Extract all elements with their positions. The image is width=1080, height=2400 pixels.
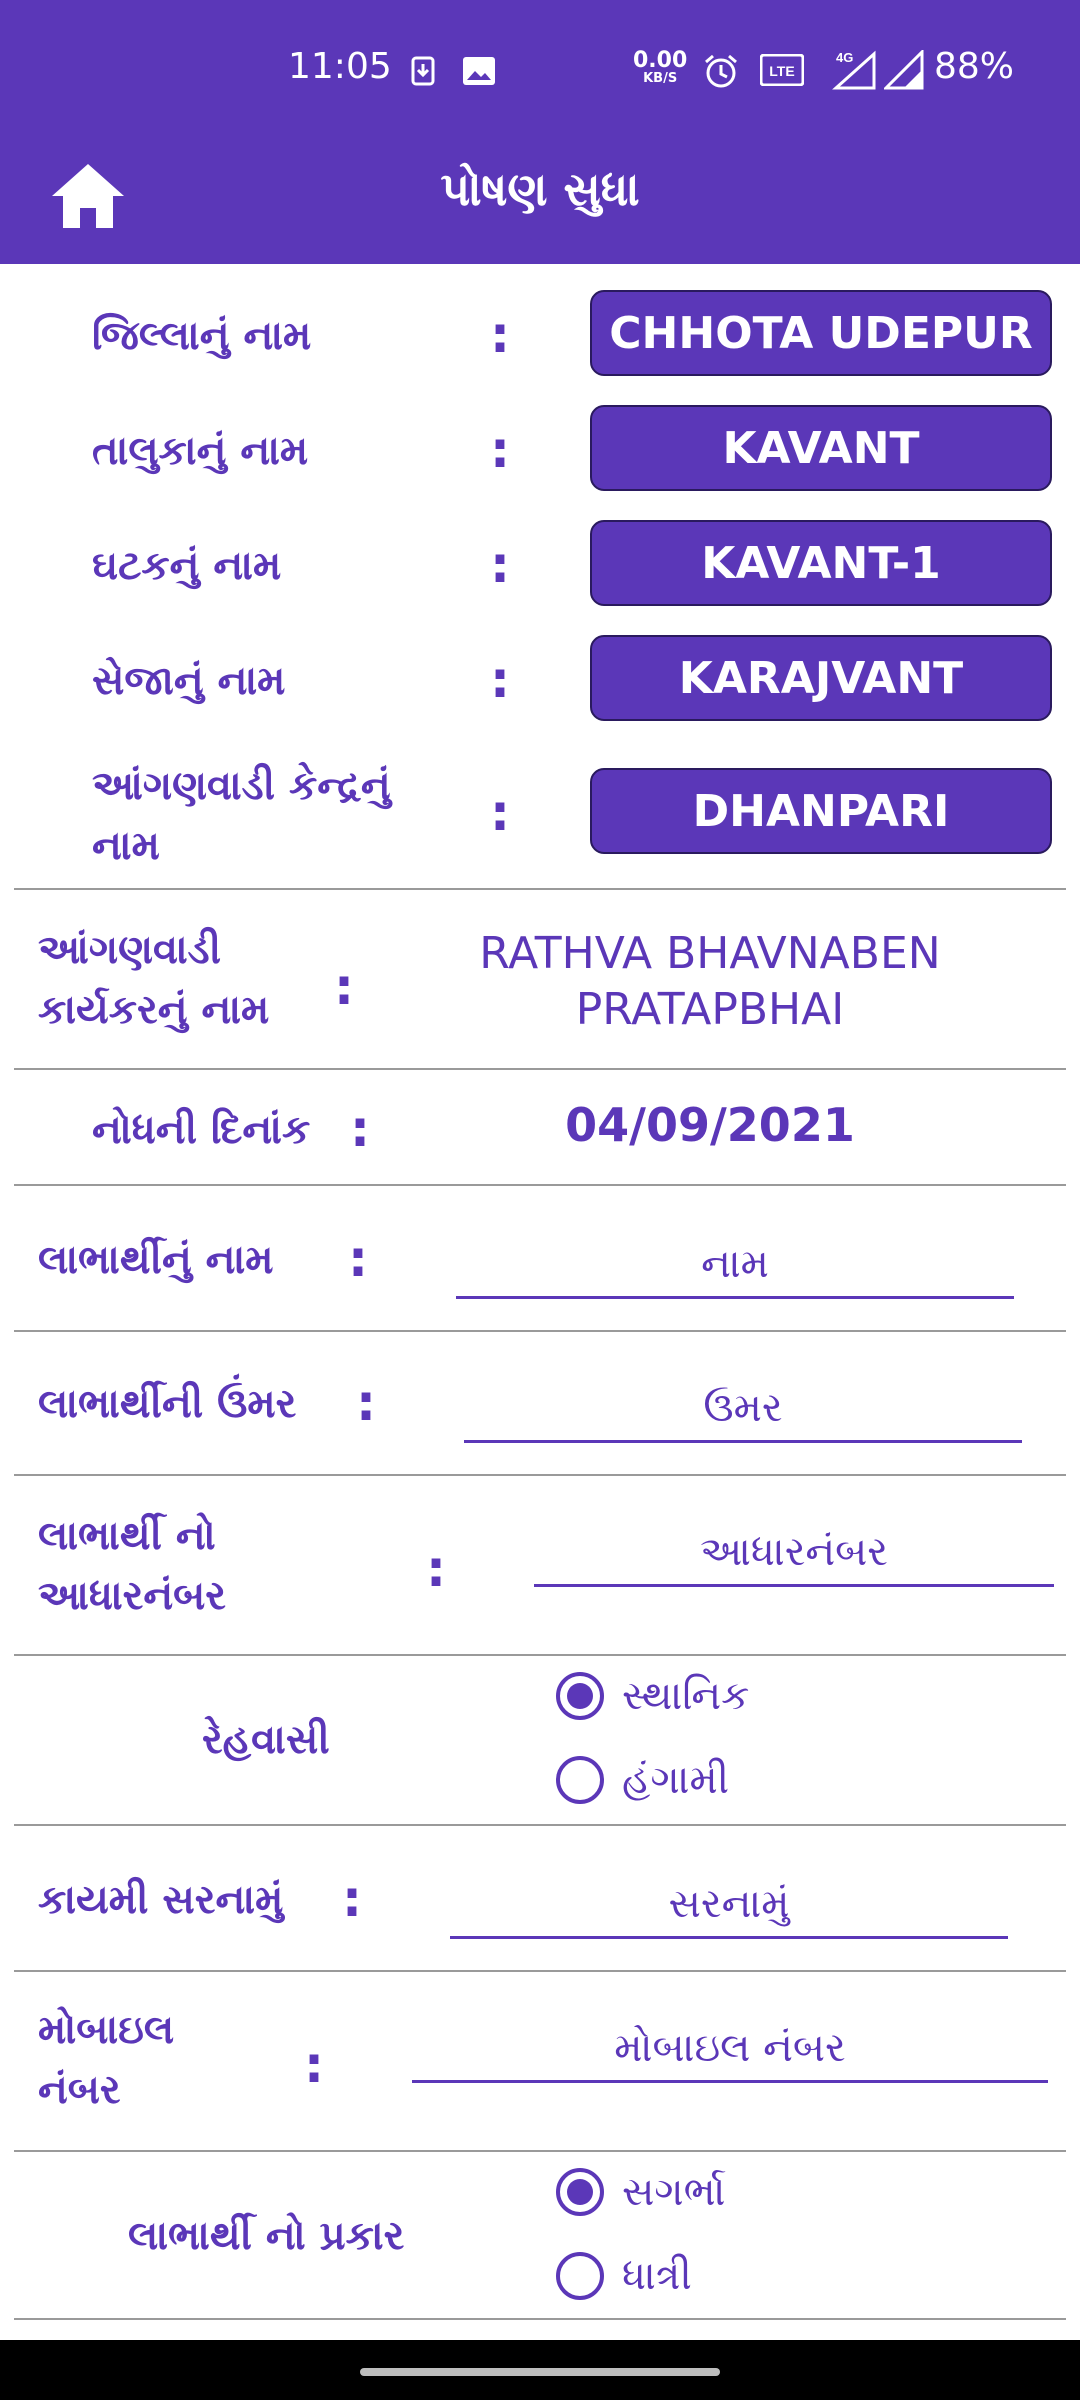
divider bbox=[14, 1068, 1066, 1070]
awc-value[interactable]: DHANPARI bbox=[590, 768, 1052, 854]
colon: : bbox=[348, 1230, 368, 1288]
residence-option-temporary[interactable]: હંગામી bbox=[556, 1756, 729, 1804]
beneficiary-age-label: લાભાર્થીની ઉંમર bbox=[38, 1381, 297, 1427]
residence-label: રેહવાસી bbox=[202, 1717, 330, 1763]
aadhaar-label-line-2: આધારનંબર bbox=[38, 1573, 226, 1619]
radio-label: ધાત્રી bbox=[622, 2253, 692, 2299]
unit-value[interactable]: KAVANT-1 bbox=[590, 520, 1052, 606]
colon: : bbox=[334, 958, 354, 1016]
app-title: પોષણ સુધા bbox=[440, 162, 640, 216]
divider bbox=[14, 1184, 1066, 1186]
awc-label-line-1: આંગણવાડી કેન્દ્રનું bbox=[92, 763, 391, 809]
beneficiary-type-label: લાભાર્થી નો પ્રકાર bbox=[128, 2213, 405, 2259]
divider bbox=[14, 1330, 1066, 1332]
beneficiary-name-label: લાભાર્થીનું નામ bbox=[38, 1237, 274, 1283]
address-input[interactable] bbox=[450, 1872, 1008, 1939]
registration-date-value: 04/09/2021 bbox=[565, 1098, 855, 1152]
radio-label: સગર્ભા bbox=[622, 2169, 726, 2215]
colon: : bbox=[304, 2036, 324, 2094]
beneficiary-name-input[interactable] bbox=[456, 1232, 1014, 1299]
network-speed: 0.00 KB/S bbox=[633, 48, 688, 87]
radio-unchecked-icon[interactable] bbox=[556, 2252, 604, 2300]
radio-label: સ્થાનિક bbox=[622, 1673, 750, 1719]
unit-label: ઘટકનું નામ bbox=[92, 543, 282, 589]
app-bar: પોષણ સુધા bbox=[0, 140, 1080, 264]
mobile-input[interactable] bbox=[412, 2016, 1048, 2083]
signal-4g-icon: 4G bbox=[822, 50, 878, 94]
mobile-label-line-2: નંબર bbox=[38, 2067, 121, 2113]
worker-name: RATHVA BHAVNABEN PRATAPBHAI bbox=[420, 926, 1000, 1038]
colon: : bbox=[490, 536, 510, 594]
colon: : bbox=[490, 651, 510, 709]
colon: : bbox=[342, 1870, 362, 1928]
divider bbox=[14, 1474, 1066, 1476]
residence-option-local[interactable]: સ્થાનિક bbox=[556, 1672, 749, 1720]
worker-label: આંગણવાડી કાર્યકરનું નામ bbox=[38, 920, 269, 1040]
svg-text:4G: 4G bbox=[836, 50, 853, 65]
awc-label: આંગણવાડી કેન્દ્રનું નામ bbox=[92, 756, 391, 876]
beneficiary-age-input[interactable] bbox=[464, 1376, 1022, 1443]
radio-checked-icon[interactable] bbox=[556, 2168, 604, 2216]
battery-percent: 88% bbox=[933, 46, 1014, 87]
beneficiary-type-option-pregnant[interactable]: સગર્ભા bbox=[556, 2168, 725, 2216]
divider bbox=[14, 2150, 1066, 2152]
seja-value[interactable]: KARAJVANT bbox=[590, 635, 1052, 721]
download-icon bbox=[410, 56, 436, 90]
colon: : bbox=[490, 784, 510, 842]
district-value[interactable]: CHHOTA UDEPUR bbox=[590, 290, 1052, 376]
worker-name-line-1: RATHVA BHAVNABEN bbox=[479, 928, 941, 979]
divider bbox=[14, 1970, 1066, 1972]
aadhaar-label-line-1: લાભાર્થી નો bbox=[38, 1513, 216, 1559]
image-icon bbox=[462, 56, 496, 90]
worker-label-line-1: આંગણવાડી bbox=[38, 927, 222, 973]
colon: : bbox=[490, 306, 510, 364]
volte-icon: LTE bbox=[759, 53, 805, 90]
taluka-label: તાલુકાનું નામ bbox=[92, 428, 309, 474]
aadhaar-label: લાભાર્થી નો આધારનંબર bbox=[38, 1506, 226, 1626]
divider bbox=[14, 1824, 1066, 1826]
divider bbox=[14, 2318, 1066, 2320]
taluka-value[interactable]: KAVANT bbox=[590, 405, 1052, 491]
worker-name-line-2: PRATAPBHAI bbox=[575, 984, 845, 1035]
signal-icon bbox=[882, 48, 924, 94]
colon: : bbox=[356, 1374, 376, 1432]
colon: : bbox=[490, 421, 510, 479]
mobile-label: મોબાઇલ નંબર bbox=[38, 2000, 174, 2120]
radio-checked-icon[interactable] bbox=[556, 1672, 604, 1720]
svg-text:LTE: LTE bbox=[769, 63, 794, 79]
seja-label: સેજાનું નામ bbox=[92, 658, 286, 704]
navigation-bar bbox=[0, 2340, 1080, 2400]
alarm-icon bbox=[702, 52, 740, 94]
beneficiary-type-option-lactating[interactable]: ધાત્રી bbox=[556, 2252, 692, 2300]
colon: : bbox=[350, 1100, 370, 1158]
aadhaar-input[interactable] bbox=[534, 1520, 1054, 1587]
awc-label-line-2: નામ bbox=[92, 823, 160, 869]
mobile-label-line-1: મોબાઇલ bbox=[38, 2007, 175, 2053]
radio-unchecked-icon[interactable] bbox=[556, 1756, 604, 1804]
district-label: જિલ્લાનું નામ bbox=[92, 313, 312, 359]
radio-label: હંગામી bbox=[622, 1757, 730, 1803]
worker-label-line-2: કાર્યકરનું નામ bbox=[38, 987, 270, 1033]
colon: : bbox=[426, 1540, 446, 1598]
gesture-handle[interactable] bbox=[360, 2368, 720, 2376]
divider bbox=[14, 888, 1066, 890]
address-label: કાયમી સરનામું bbox=[38, 1877, 284, 1923]
status-time: 11:05 bbox=[288, 46, 392, 87]
divider bbox=[14, 1654, 1066, 1656]
status-bar: 11:05 0.00 KB/S LTE 4G 88% bbox=[0, 0, 1080, 140]
registration-date-label: નોધની દિનાંક bbox=[92, 1107, 311, 1153]
